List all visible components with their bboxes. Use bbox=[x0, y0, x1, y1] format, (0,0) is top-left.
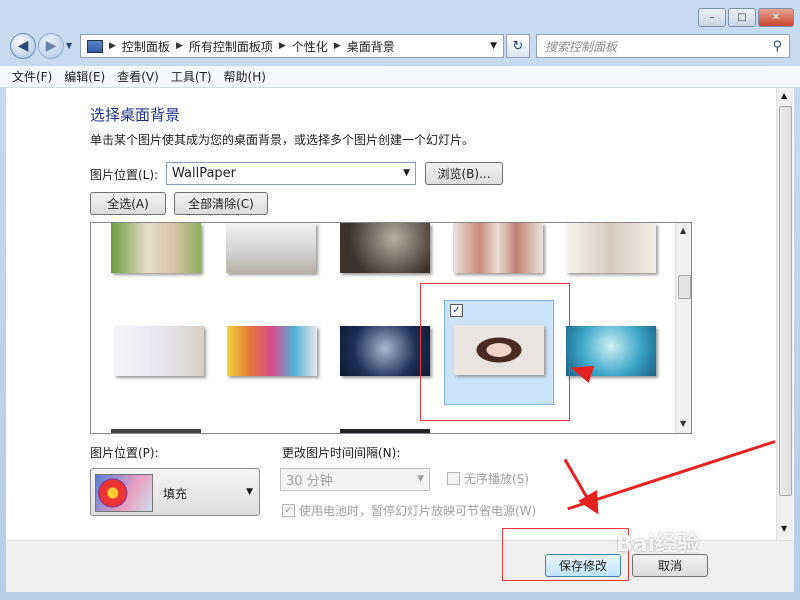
select-all-button[interactable]: 全选(A) bbox=[90, 192, 166, 215]
wallpaper-thumbnail[interactable] bbox=[114, 326, 204, 376]
clear-all-button[interactable]: 全部清除(C) bbox=[174, 192, 268, 215]
shuffle-label: 无序播放(S) bbox=[464, 472, 529, 486]
address-bar[interactable]: ▶ 控制面板 ▶ 所有控制面板项 ▶ 个性化 ▶ 桌面背景 ▼ bbox=[80, 34, 504, 58]
breadcrumb-item[interactable]: 控制面板 bbox=[122, 38, 170, 55]
recent-pages-chevron-icon[interactable]: ▼ bbox=[66, 41, 72, 50]
breadcrumb-separator-icon: ▶ bbox=[109, 41, 116, 51]
wallpaper-thumbnail[interactable] bbox=[340, 223, 430, 273]
wallpaper-thumbnail[interactable] bbox=[226, 223, 316, 273]
breadcrumb-separator-icon: ▶ bbox=[175, 41, 183, 51]
menu-view[interactable]: 查看(V) bbox=[111, 68, 165, 85]
watermark-logo: Bai经验 bbox=[616, 532, 700, 557]
page-title: 选择桌面背景 bbox=[90, 106, 181, 124]
scroll-down-icon[interactable]: ▼ bbox=[680, 419, 686, 428]
minimize-button[interactable]: – bbox=[698, 8, 726, 27]
breadcrumb-item[interactable]: 所有控制面板项 bbox=[189, 38, 273, 55]
picture-location-select[interactable]: WallPaper ▼ bbox=[166, 162, 416, 185]
menu-help[interactable]: 帮助(H) bbox=[218, 68, 272, 85]
chevron-down-icon: ▼ bbox=[246, 487, 253, 497]
refresh-icon: ↻ bbox=[512, 38, 524, 54]
breadcrumb-item[interactable]: 个性化 bbox=[292, 38, 328, 55]
interval-label: 更改图片时间间隔(N): bbox=[282, 446, 401, 460]
scroll-down-icon[interactable]: ▼ bbox=[781, 524, 787, 533]
wallpaper-gallery: ✓ ▲ ▼ bbox=[90, 222, 692, 434]
wallpaper-thumbnail[interactable] bbox=[111, 223, 201, 273]
wallpaper-thumbnail[interactable] bbox=[340, 429, 430, 433]
battery-pause-checkbox[interactable]: ✓ bbox=[282, 504, 295, 517]
breadcrumb-separator-icon: ▶ bbox=[278, 41, 286, 51]
search-placeholder: 搜索控制面板 bbox=[545, 39, 618, 54]
search-icon[interactable]: ⚲ bbox=[772, 39, 782, 54]
wallpaper-thumbnail[interactable] bbox=[566, 223, 656, 273]
breadcrumb-separator-icon: ▶ bbox=[333, 41, 341, 51]
interval-select[interactable]: 30 分钟 ▼ bbox=[280, 468, 430, 491]
scroll-up-icon[interactable]: ▲ bbox=[680, 226, 686, 235]
forward-button[interactable]: ▶ bbox=[38, 33, 64, 59]
address-dropdown-icon[interactable]: ▼ bbox=[490, 41, 497, 51]
forward-arrow-icon: ▶ bbox=[45, 38, 57, 54]
picture-position-label: 图片位置(P): bbox=[90, 446, 159, 460]
picture-location-value: WallPaper bbox=[172, 166, 237, 181]
annotation-highlight-box bbox=[420, 283, 570, 421]
window-frame: – □ ✕ ◀ ▶ ▼ ▶ 控制面板 ▶ 所有控制面板项 ▶ 个性化 ▶ 桌面背… bbox=[0, 0, 800, 600]
wallpaper-thumbnail[interactable] bbox=[453, 223, 543, 273]
annotation-highlight-box bbox=[502, 528, 629, 581]
search-input[interactable]: 搜索控制面板 ⚲ bbox=[536, 34, 790, 58]
navigation-bar: ◀ ▶ ▼ ▶ 控制面板 ▶ 所有控制面板项 ▶ 个性化 ▶ 桌面背景 ▼ ↻ … bbox=[0, 30, 800, 62]
wallpaper-thumbnail[interactable] bbox=[111, 429, 201, 433]
picture-position-select[interactable]: 填充 ▼ bbox=[90, 468, 260, 516]
window-scroll-thumb[interactable] bbox=[779, 106, 792, 496]
gallery-scrollbar[interactable]: ▲ ▼ bbox=[675, 223, 691, 433]
window-caption-buttons: – □ ✕ bbox=[698, 8, 794, 27]
interval-value: 30 分钟 bbox=[286, 474, 333, 489]
fill-preview-icon bbox=[95, 474, 153, 512]
close-button[interactable]: ✕ bbox=[758, 8, 794, 27]
wallpaper-thumbnail[interactable] bbox=[227, 326, 317, 376]
back-button[interactable]: ◀ bbox=[10, 33, 36, 59]
gallery-scroll-thumb[interactable] bbox=[678, 275, 691, 299]
wallpaper-thumbnail[interactable] bbox=[340, 326, 430, 376]
refresh-button[interactable]: ↻ bbox=[506, 34, 530, 58]
picture-location-label: 图片位置(L): bbox=[90, 168, 159, 182]
shuffle-checkbox[interactable] bbox=[447, 472, 460, 485]
battery-pause-label: 使用电池时，暂停幻灯片放映可节省电源(W) bbox=[299, 504, 537, 518]
menu-file[interactable]: 文件(F) bbox=[6, 68, 58, 85]
maximize-button[interactable]: □ bbox=[728, 8, 756, 27]
picture-position-value: 填充 bbox=[163, 487, 188, 501]
back-arrow-icon: ◀ bbox=[17, 38, 29, 54]
chevron-down-icon: ▼ bbox=[417, 474, 424, 484]
window-scrollbar[interactable]: ▲ ▼ bbox=[776, 88, 793, 540]
menu-edit[interactable]: 编辑(E) bbox=[58, 68, 111, 85]
control-panel-icon bbox=[87, 39, 103, 53]
menu-tools[interactable]: 工具(T) bbox=[165, 68, 218, 85]
page-description: 单击某个图片使其成为您的桌面背景，或选择多个图片创建一个幻灯片。 bbox=[90, 133, 475, 147]
browse-button[interactable]: 浏览(B)... bbox=[425, 162, 503, 185]
chevron-down-icon: ▼ bbox=[403, 168, 410, 178]
breadcrumb-item[interactable]: 桌面背景 bbox=[347, 38, 395, 55]
scroll-up-icon[interactable]: ▲ bbox=[781, 91, 787, 100]
menu-bar: 文件(F) 编辑(E) 查看(V) 工具(T) 帮助(H) bbox=[0, 66, 800, 88]
